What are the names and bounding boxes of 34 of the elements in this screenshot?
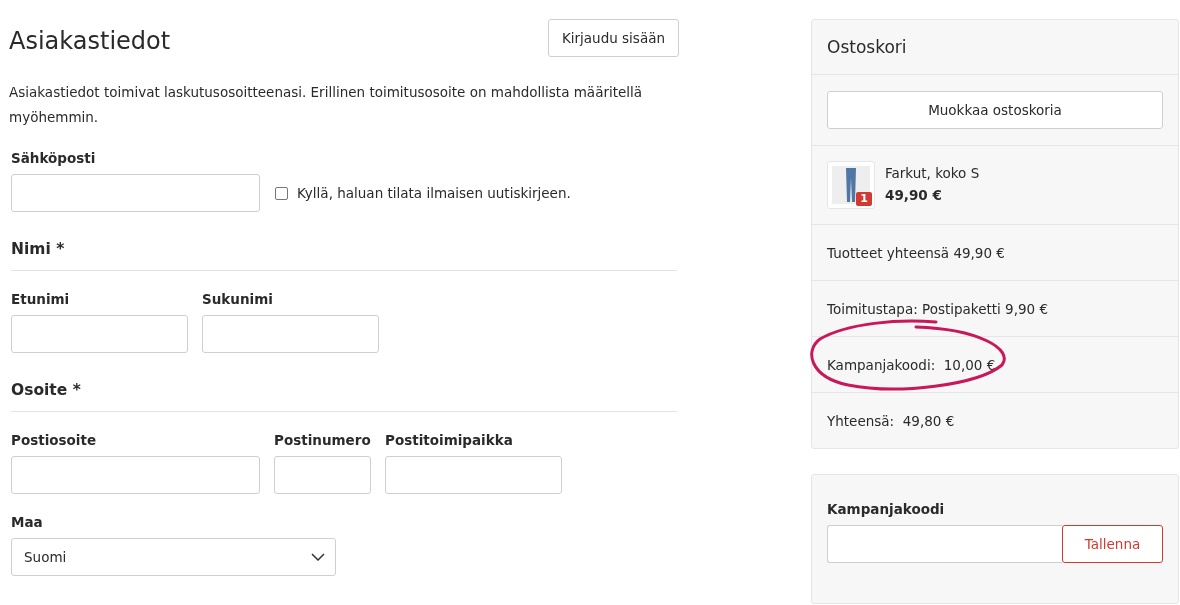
edit-cart-button[interactable]: Muokkaa ostoskoria bbox=[827, 91, 1163, 129]
summary-text: Yhteensä: 49,80 € bbox=[827, 412, 955, 429]
input-field[interactable] bbox=[11, 315, 188, 353]
promo-code-field[interactable] bbox=[827, 525, 1062, 563]
quantity-badge: 1 bbox=[856, 192, 872, 206]
newsletter-checkbox[interactable] bbox=[275, 186, 288, 200]
section-heading: Nimi * bbox=[11, 240, 66, 258]
email-field[interactable] bbox=[11, 174, 260, 212]
login-button[interactable]: Kirjaudu sisään bbox=[547, 19, 679, 57]
description-text: Asiakastiedot toimivat laskutusosoitteenasi. Erillinen toimitusosoite on mahdollista määritellä myöhemmin. bbox=[9, 83, 644, 127]
section-heading: Osoite * bbox=[11, 381, 82, 399]
field-label: Sähköposti bbox=[11, 150, 97, 166]
product-price: 49,90 € bbox=[885, 187, 943, 203]
field-label: Postiosoite bbox=[11, 432, 98, 448]
input-field[interactable] bbox=[202, 315, 379, 353]
input-field[interactable] bbox=[274, 456, 371, 494]
save-button[interactable]: Tallenna bbox=[1062, 525, 1163, 563]
page-title: Asiakastiedot bbox=[9, 27, 171, 55]
summary-text: Toimitustapa: Postipaketti 9,90 € bbox=[827, 300, 1049, 317]
summary-text: Tuotteet yhteensä 49,90 € bbox=[827, 244, 1005, 261]
newsletter-label: Kyllä, haluan tilata ilmaisen uutiskirjeen. bbox=[297, 185, 571, 201]
field-label: Kampanjakoodi bbox=[827, 501, 946, 517]
cart-title: Ostoskori bbox=[812, 20, 1178, 75]
field-label: Etunimi bbox=[11, 291, 71, 307]
chevron-down-icon bbox=[311, 553, 325, 561]
field-label: Sukunimi bbox=[202, 291, 274, 307]
field-label: Maa bbox=[11, 514, 44, 530]
field-label: Postinumero bbox=[274, 432, 371, 448]
country-select[interactable]: Suomi bbox=[11, 538, 336, 576]
summary-text: Kampanjakoodi: 10,00 € bbox=[827, 356, 996, 373]
input-field[interactable] bbox=[385, 456, 562, 494]
product-name: Farkut, koko S bbox=[885, 165, 980, 181]
input-field[interactable] bbox=[11, 456, 260, 494]
field-label: Postitoimipaikka bbox=[385, 432, 514, 448]
